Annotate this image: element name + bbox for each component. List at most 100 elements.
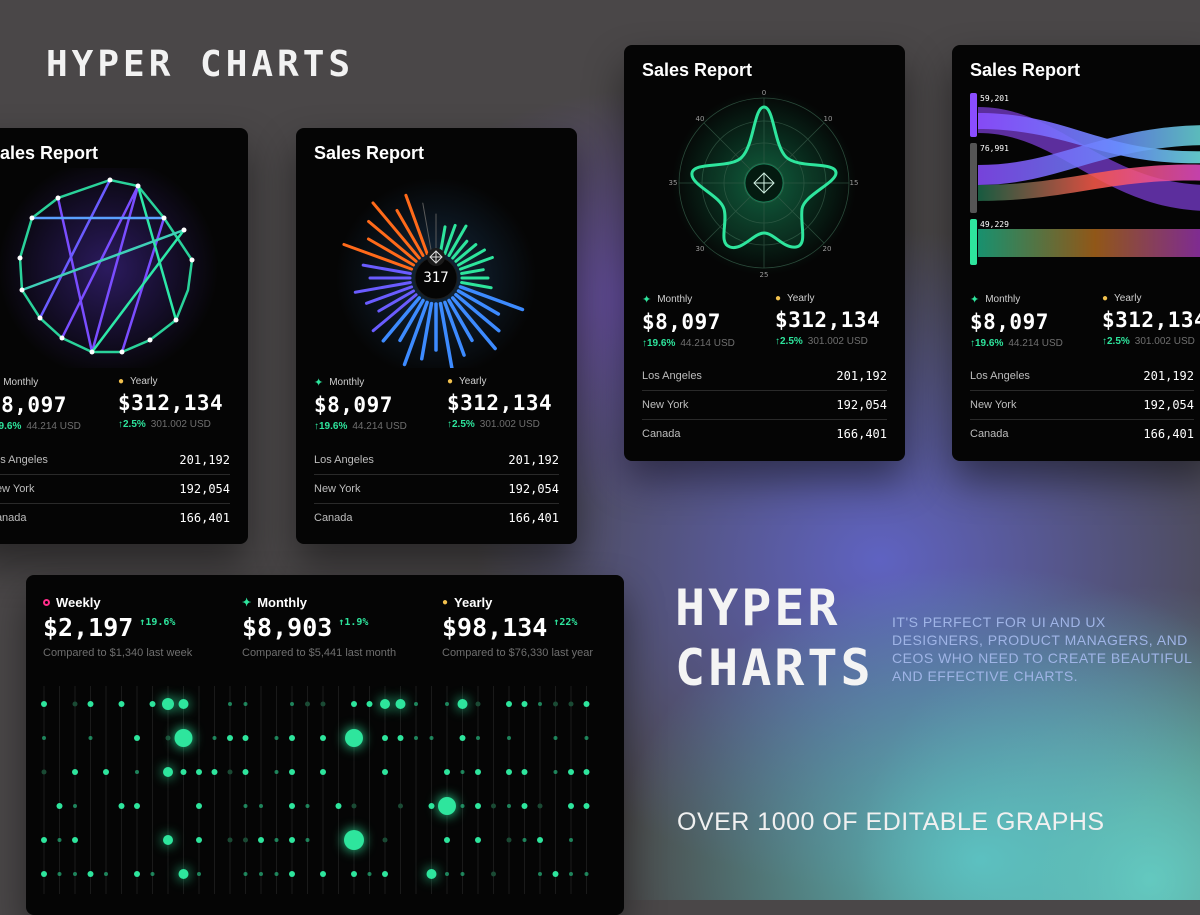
- matrix-dot: [87, 871, 94, 877]
- card-title: Sales Report: [642, 60, 753, 80]
- matrix-dot: [366, 701, 373, 707]
- matrix-dot: [320, 871, 326, 877]
- promo-title-line: HYPER: [675, 579, 841, 637]
- matrix-dot: [506, 837, 512, 843]
- matrix-dot: [72, 837, 78, 843]
- matrix-dot: [569, 838, 573, 842]
- promo-title: HYPER CHARTS: [675, 578, 874, 698]
- list-item[interactable]: New York 192,054: [642, 391, 887, 420]
- matrix-dot: [445, 702, 449, 706]
- stat-value: $8,097: [0, 393, 67, 417]
- stat-change: ↑2.5%: [1102, 336, 1130, 347]
- city-value: 201,192: [508, 453, 559, 467]
- matrix-dot: [73, 872, 77, 876]
- city-name: New York: [314, 483, 361, 495]
- matrix-dot: [274, 770, 279, 774]
- stat-value: $2,197: [43, 613, 134, 642]
- matrix-dot: [163, 835, 173, 845]
- matrix-dot: [178, 869, 189, 879]
- matrix-dot: [197, 872, 201, 876]
- matrix-dot: [135, 770, 139, 774]
- sales-report-card-network[interactable]: Sales Report ✦Monthly $8,097: [0, 128, 248, 544]
- matrix-dot: [367, 872, 372, 876]
- matrix-dot: [583, 701, 590, 707]
- matrix-dot: [397, 735, 404, 741]
- matrix-dot: [475, 837, 481, 843]
- matrix-dot: [134, 735, 140, 741]
- promo-footer: OVER 1000 OF EDITABLE GRAPHS: [677, 808, 1105, 836]
- ring-icon: [43, 599, 50, 606]
- list-item[interactable]: Canada 166,401: [970, 420, 1194, 448]
- matrix-dot: [289, 837, 295, 843]
- matrix-dot: [507, 804, 511, 808]
- stat-change: ↑2.5%: [447, 419, 475, 430]
- matrix-dot: [382, 871, 388, 877]
- matrix-dot: [569, 872, 573, 876]
- card-title: Sales Report: [314, 143, 425, 163]
- city-value: 201,192: [179, 453, 230, 467]
- list-item[interactable]: Los Angeles 201,192: [642, 362, 887, 391]
- page-heading: HYPER CHARTS: [46, 44, 355, 85]
- matrix-dot: [438, 797, 456, 815]
- medal-icon: ●: [775, 293, 782, 304]
- stat-compare: Compared to $5,441 last month: [242, 647, 397, 659]
- stat-label: Yearly: [1114, 293, 1142, 304]
- matrix-dot: [382, 735, 388, 741]
- medal-icon: ●: [447, 376, 454, 387]
- matrix-dot: [227, 837, 233, 843]
- list-item[interactable]: New York 192,054: [970, 391, 1194, 420]
- sales-report-card-flow[interactable]: Sales Report 59,201 76,991 49,229 ✦ Month…: [952, 45, 1200, 461]
- list-item[interactable]: Los Angeles 201,192: [970, 362, 1194, 391]
- radar-tick: 15: [850, 179, 859, 187]
- stat-compare: Compared to $1,340 last week: [43, 647, 193, 659]
- city-name: Canada: [642, 428, 681, 440]
- list-item[interactable]: New York 192,054: [0, 475, 230, 504]
- stat-change: ↑19.6%: [0, 421, 22, 432]
- yearly-stat: ● Yearly $312,134 ↑2.5% 301.002 USD: [1102, 293, 1200, 347]
- list-item[interactable]: Los Angeles 201,192: [314, 446, 559, 475]
- matrix-dot: [491, 871, 496, 877]
- matrix-dot: [491, 803, 496, 809]
- matrix-dot: [118, 803, 125, 809]
- sales-report-card-radar[interactable]: Sales Report 0 10 15 20 25 30 35 40 ✦ Mo…: [624, 45, 905, 461]
- matrix-dot: [242, 735, 249, 741]
- matrix-dot: [243, 837, 248, 843]
- stat-value: $312,134: [1102, 308, 1200, 332]
- radar-tick: 10: [824, 115, 833, 123]
- matrix-dot: [444, 837, 450, 843]
- matrix-dot: [398, 803, 403, 809]
- matrix-dot: [429, 736, 434, 740]
- matrix-dot: [345, 729, 363, 747]
- matrix-dot: [538, 702, 542, 706]
- matrix-dot: [289, 871, 295, 877]
- matrix-dot: [568, 803, 574, 809]
- matrix-dot: [414, 736, 418, 740]
- matrix-dot: [475, 803, 481, 809]
- list-item[interactable]: Canada 166,401: [0, 504, 230, 532]
- matrix-dot: [380, 699, 390, 709]
- matrix-dot: [211, 769, 218, 775]
- list-item[interactable]: Los Angeles 201,192: [0, 446, 230, 475]
- matrix-dot: [506, 769, 512, 775]
- matrix-dot: [351, 701, 357, 707]
- matrix-dot: [41, 769, 47, 775]
- list-item[interactable]: Canada 166,401: [642, 420, 887, 448]
- matrix-dot: [538, 872, 542, 876]
- matrix-dot: [196, 769, 202, 775]
- matrix-dot: [305, 701, 310, 707]
- list-item[interactable]: New York 192,054: [314, 475, 559, 504]
- radar-chart: 0 10 15 20 25 30 35 40: [669, 89, 859, 279]
- stat-label: Yearly: [454, 595, 493, 610]
- city-name: Los Angeles: [970, 370, 1030, 382]
- matrix-dot: [150, 872, 155, 876]
- sales-report-card-radial[interactable]: Sales Report 317 ✦ Monthly $8,097 ↑19.6% 4…: [296, 128, 577, 544]
- matrix-dot: [320, 701, 326, 707]
- stat-sub: 44.214 USD: [1008, 338, 1063, 349]
- matrix-dot: [320, 769, 326, 775]
- matrix-dot: [274, 872, 279, 876]
- list-item[interactable]: Canada 166,401: [314, 504, 559, 532]
- stat-change: ↑19.6%: [970, 338, 1004, 349]
- matrix-dot: [274, 736, 279, 740]
- stat-sub: 301.002 USD: [1134, 336, 1195, 347]
- yearly-stat: ● Yearly $312,134 ↑2.5% 301.002 USD: [447, 376, 552, 430]
